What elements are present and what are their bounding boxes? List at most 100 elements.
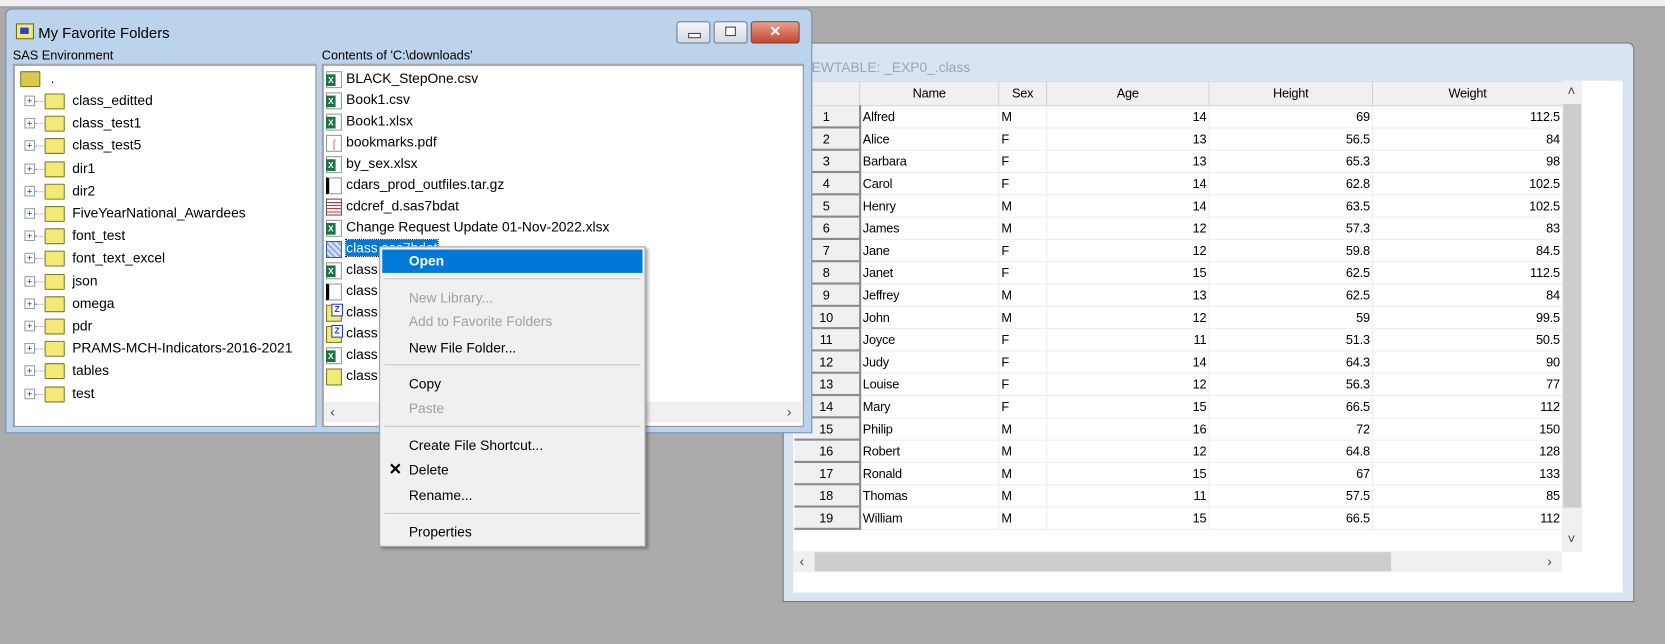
file-item[interactable]: by_sex.xlsx (326, 154, 418, 173)
cell-age[interactable]: 14 (1045, 171, 1210, 195)
table-row[interactable]: 7 Jane F 12 59.8 84.5 (793, 238, 1564, 263)
cell-weight[interactable]: 84 (1371, 282, 1564, 307)
table-row[interactable]: 3 Barbara F 13 65.3 98 (793, 149, 1564, 174)
cell-name[interactable]: John (859, 305, 1000, 329)
table-row[interactable]: 6 James M 12 57.3 83 (793, 216, 1564, 240)
expand-plus-icon[interactable]: + (24, 298, 36, 309)
table-row[interactable]: 19 William M 15 66.5 112 (793, 505, 1564, 530)
menu-item-create-file-shortcut[interactable]: Create File Shortcut... (382, 434, 642, 457)
table-row[interactable]: 11 Joyce F 11 51.3 50.5 (793, 327, 1564, 352)
file-item[interactable]: Book1.xlsx (326, 111, 413, 131)
cell-weight[interactable]: 90 (1371, 349, 1564, 374)
tree-item[interactable]: FiveYearNational_Awardees (44, 204, 246, 223)
tree-item[interactable]: font_test (44, 226, 125, 245)
table-row[interactable]: 10 John M 12 59 99.5 (793, 305, 1564, 330)
cell-weight[interactable]: 99.5 (1371, 305, 1564, 329)
expand-plus-icon[interactable]: + (24, 343, 36, 354)
table-row[interactable]: 12 Judy F 14 64.3 90 (793, 349, 1564, 374)
cell-age[interactable]: 15 (1045, 260, 1210, 285)
table-row[interactable]: 8 Janet F 15 62.5 112.5 (793, 260, 1564, 285)
cell-weight[interactable]: 102.5 (1371, 193, 1564, 218)
scroll-left-arrow[interactable]: ‹ (330, 404, 335, 420)
cell-sex[interactable]: F (998, 126, 1048, 151)
cell-sex[interactable]: M (998, 216, 1048, 240)
cell-sex[interactable]: F (998, 238, 1048, 262)
column-header-weight[interactable]: Weight (1371, 80, 1564, 107)
cell-height[interactable]: 65.3 (1208, 149, 1374, 173)
tree-item[interactable]: font_text_excel (44, 249, 165, 268)
tree-item[interactable]: tables (44, 361, 109, 380)
cell-name[interactable]: Robert (859, 439, 1000, 463)
cell-height[interactable]: 67 (1208, 461, 1374, 485)
scroll-left-arrow[interactable]: ‹ (800, 553, 805, 569)
file-item[interactable]: cdars_prod_outfiles.tar.gz (326, 175, 504, 194)
table-row[interactable]: 18 Thomas M 11 57.5 85 (793, 483, 1564, 508)
table-row[interactable]: 1 Alfred M 14 69 112.5 (793, 105, 1564, 129)
file-item[interactable]: cdcref_d.sas7bdat (326, 196, 459, 216)
horizontal-scrollbar[interactable]: ‹ › (793, 551, 1563, 573)
folder-tree[interactable]: . class_editted + class_test1 + class_test5 +… (12, 63, 317, 427)
cell-sex[interactable]: M (998, 483, 1048, 508)
cell-height[interactable]: 62.5 (1208, 282, 1374, 307)
cell-name[interactable]: Louise (859, 372, 1000, 396)
cell-height[interactable]: 57.3 (1208, 216, 1374, 240)
scroll-up-arrow[interactable]: ˄ (1567, 83, 1575, 99)
scroll-thumb[interactable] (1563, 104, 1582, 508)
cell-sex[interactable]: M (998, 461, 1048, 485)
table-row[interactable]: 15 Philip M 16 72 150 (793, 416, 1564, 441)
cell-height[interactable]: 62.8 (1208, 171, 1374, 195)
cell-height[interactable]: 59 (1208, 305, 1374, 329)
cell-age[interactable]: 15 (1045, 394, 1210, 418)
cell-name[interactable]: Philip (859, 416, 1000, 441)
table-row[interactable]: 16 Robert M 12 64.8 128 (793, 439, 1564, 463)
file-item[interactable]: ⌠ bookmarks.pdf (326, 133, 437, 152)
cell-age[interactable]: 16 (1045, 416, 1210, 441)
cell-age[interactable]: 12 (1045, 305, 1210, 329)
scroll-right-arrow[interactable]: › (1547, 553, 1552, 569)
cell-age[interactable]: 11 (1045, 327, 1210, 351)
expand-plus-icon[interactable]: + (24, 140, 36, 152)
column-header-age[interactable]: Age (1045, 80, 1210, 107)
tree-item[interactable]: class_test5 (44, 136, 141, 155)
cell-height[interactable]: 69 (1208, 105, 1374, 128)
cell-sex[interactable]: M (998, 282, 1048, 307)
tree-item[interactable]: PRAMS-MCH-Indicators-2016-2021 (44, 339, 293, 358)
cell-weight[interactable]: 85 (1371, 483, 1564, 508)
cell-height[interactable]: 59.8 (1208, 238, 1374, 262)
row-number[interactable]: 18 (793, 484, 861, 508)
cell-weight[interactable]: 102.5 (1371, 171, 1564, 195)
cell-age[interactable]: 15 (1045, 461, 1210, 485)
table-row[interactable]: 17 Ronald M 15 67 133 (793, 461, 1564, 486)
cell-height[interactable]: 56.3 (1208, 372, 1374, 396)
cell-height[interactable]: 64.8 (1208, 439, 1374, 463)
cell-sex[interactable]: M (998, 439, 1048, 463)
expand-plus-icon[interactable]: + (24, 320, 36, 332)
table-row[interactable]: 5 Henry M 14 63.5 102.5 (793, 193, 1564, 218)
menu-item-properties[interactable]: Properties (382, 520, 642, 543)
table-row[interactable]: 14 Mary F 15 66.5 112 (793, 394, 1564, 419)
expand-plus-icon[interactable]: + (24, 275, 36, 287)
tree-item[interactable]: dir1 (44, 159, 95, 178)
table-row[interactable]: 4 Carol F 14 62.8 102.5 (793, 171, 1564, 196)
cell-sex[interactable]: M (998, 505, 1048, 530)
file-item[interactable]: class (326, 324, 378, 343)
cell-age[interactable]: 13 (1045, 126, 1210, 151)
scroll-down-arrow[interactable]: ˅ (1567, 531, 1575, 547)
cell-sex[interactable]: F (998, 394, 1048, 418)
expand-plus-icon[interactable]: + (24, 253, 36, 264)
expand-plus-icon[interactable]: + (24, 388, 36, 399)
scroll-right-arrow[interactable]: › (787, 404, 792, 420)
column-header-name[interactable]: Name (859, 80, 1000, 107)
tree-item[interactable]: class_test1 (44, 114, 141, 133)
expand-plus-icon[interactable]: + (24, 208, 36, 219)
cell-height[interactable]: 66.5 (1208, 505, 1374, 530)
cell-name[interactable]: Jeffrey (859, 282, 1000, 307)
tree-item[interactable]: dir2 (44, 181, 95, 200)
cell-name[interactable]: Janet (859, 260, 1000, 285)
cell-name[interactable]: Thomas (859, 483, 1000, 508)
expand-plus-icon[interactable]: + (24, 95, 36, 107)
expand-plus-icon[interactable]: + (24, 230, 36, 242)
cell-sex[interactable]: F (998, 149, 1048, 173)
cell-age[interactable]: 15 (1045, 505, 1210, 530)
menu-item-new-file-folder[interactable]: New File Folder... (382, 337, 642, 360)
